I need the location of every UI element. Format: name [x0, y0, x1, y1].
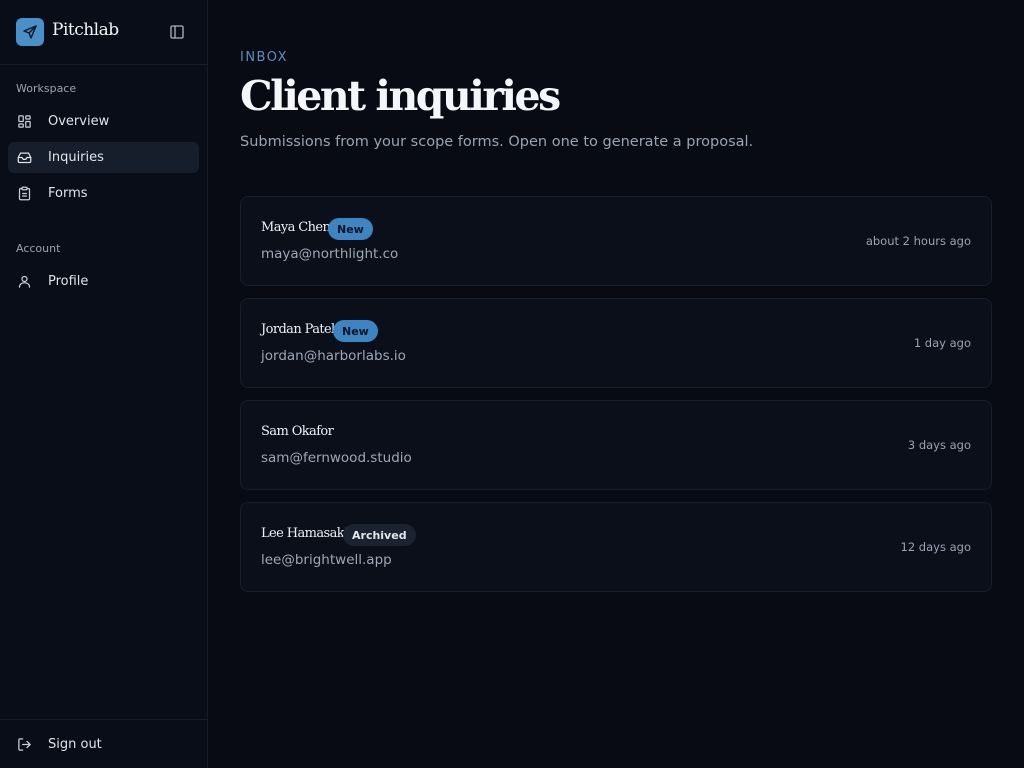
sign-out-button[interactable]: Sign out: [8, 729, 199, 760]
brand-name: Pitchlab: [52, 20, 119, 40]
inquiry-email: lee@brightwell.app: [261, 552, 392, 568]
inquiry-card[interactable]: Sam Okafor sam@fernwood.studio 3 days ag…: [240, 400, 992, 490]
brand-row: Pitchlab: [0, 0, 207, 65]
inquiry-email: sam@fernwood.studio: [261, 450, 412, 466]
sidebar-item-overview[interactable]: Overview: [8, 106, 199, 137]
inquiry-email: maya@northlight.co: [261, 246, 399, 262]
paper-plane-icon: [16, 18, 44, 46]
inquiry-time: about 2 hours ago: [865, 234, 971, 248]
sign-out-label: Sign out: [48, 737, 102, 752]
sidebar-item-label: Overview: [48, 114, 110, 129]
inquiry-name: Jordan Patel: [261, 322, 335, 337]
inquiry-time: 3 days ago: [907, 438, 971, 452]
inquiry-card[interactable]: Maya Chen New maya@northlight.co about 2…: [240, 196, 992, 286]
status-badge: Archived: [343, 524, 416, 546]
main-content: INBOX Client inquiries Submissions from …: [208, 0, 1024, 768]
page-title: Client inquiries: [240, 72, 561, 120]
inbox-icon: [16, 150, 32, 166]
panel-left-icon: [170, 25, 184, 39]
inquiry-card[interactable]: Jordan Patel New jordan@harborlabs.io 1 …: [240, 298, 992, 388]
inquiry-time: 12 days ago: [900, 540, 971, 554]
sidebar-item-label: Forms: [48, 186, 88, 201]
sidebar-toggle-button[interactable]: [168, 23, 186, 41]
grid-icon: [16, 114, 32, 130]
status-badge: New: [328, 218, 373, 240]
sidebar-item-profile[interactable]: Profile: [8, 266, 199, 297]
sign-out-icon: [16, 737, 32, 753]
sidebar-item-forms[interactable]: Forms: [8, 178, 199, 209]
inquiry-card[interactable]: Lee Hamasaki Archived lee@brightwell.app…: [240, 502, 992, 592]
status-badge: New: [333, 320, 378, 342]
inquiry-name: Sam Okafor: [261, 424, 334, 439]
inquiry-name: Lee Hamasaki: [261, 526, 348, 541]
inquiry-time: 1 day ago: [913, 336, 971, 350]
page-subtitle: Submissions from your scope forms. Open …: [240, 134, 754, 150]
inquiry-name: Maya Chen: [261, 220, 331, 235]
clipboard-icon: [16, 186, 32, 202]
section-label-workspace: Workspace: [16, 82, 77, 95]
sidebar-footer: Sign out: [0, 719, 207, 768]
sidebar-item-label: Inquiries: [48, 150, 104, 165]
sidebar-item-inquiries[interactable]: Inquiries: [8, 142, 199, 173]
sidebar: Pitchlab Workspace Overview Inquiries Fo…: [0, 0, 208, 768]
inquiry-email: jordan@harborlabs.io: [261, 348, 406, 364]
section-label-account: Account: [16, 242, 61, 255]
user-icon: [16, 274, 32, 290]
page-eyebrow: INBOX: [240, 50, 289, 65]
sidebar-item-label: Profile: [48, 274, 89, 289]
